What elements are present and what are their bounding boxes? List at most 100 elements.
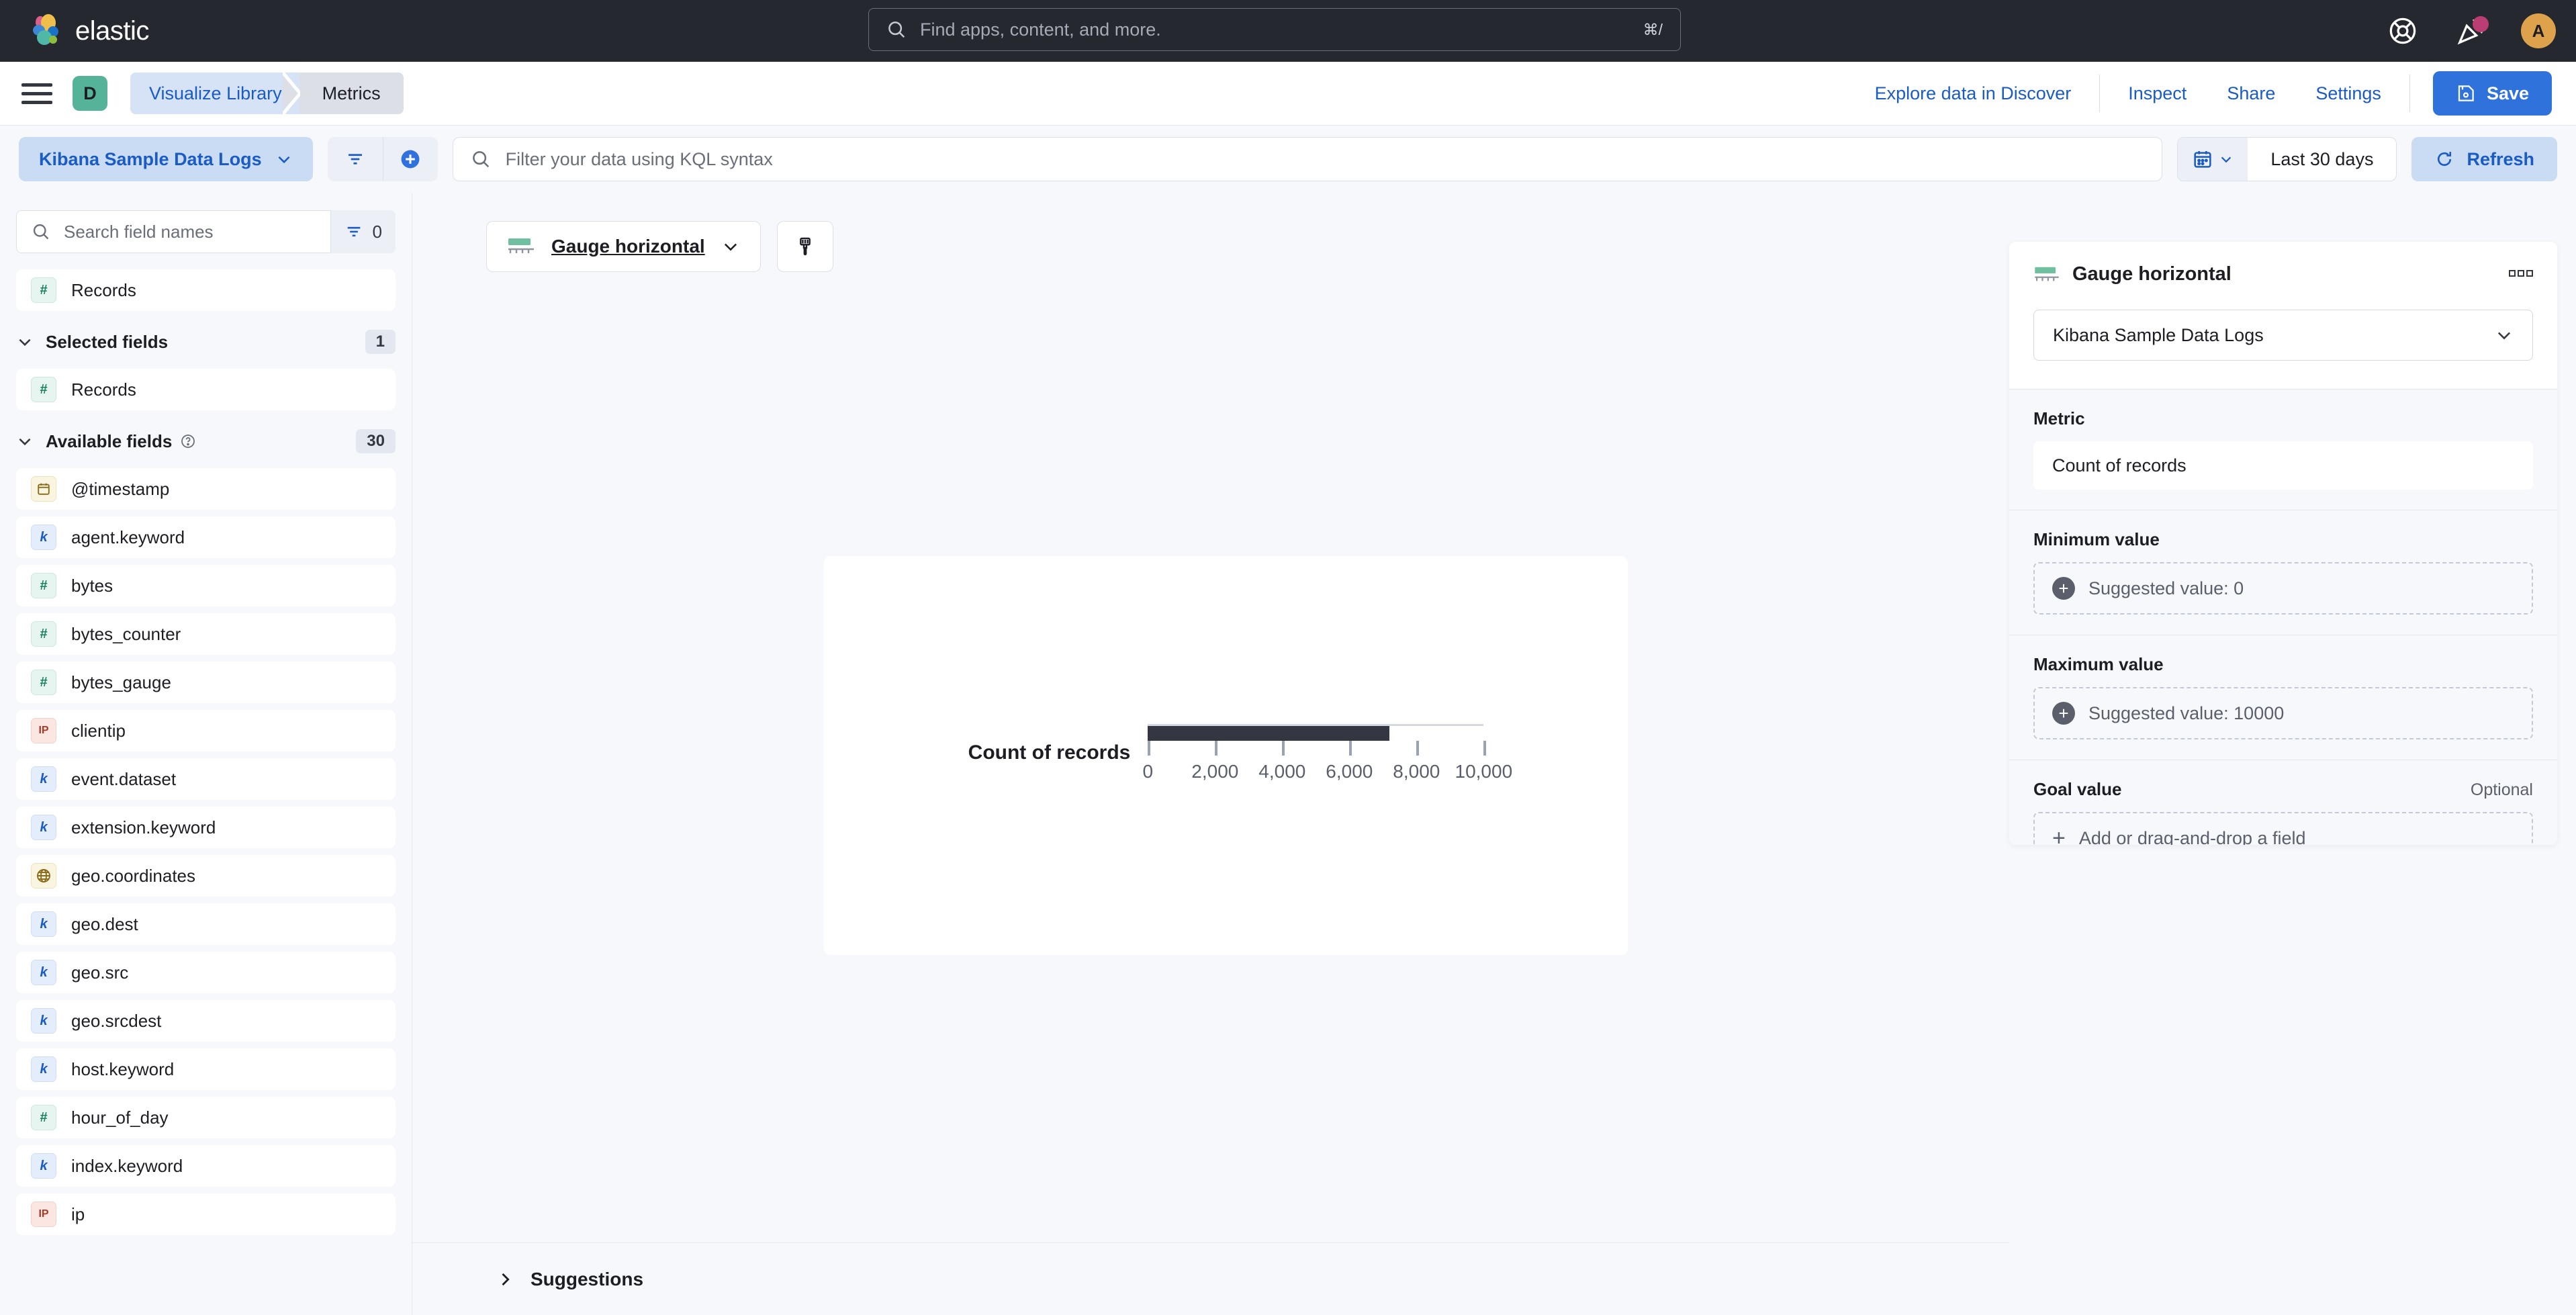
question-circle-icon[interactable] <box>180 433 196 449</box>
gauge-chart-card[interactable]: Count of records 0 2,000 4,000 6,000 8,000 10… <box>824 556 1628 955</box>
gauge-graphic: 0 2,000 4,000 6,000 8,000 10,000 <box>1143 723 1513 788</box>
date-quick-menu-button[interactable] <box>2178 138 2248 181</box>
chart-type-selector[interactable]: Gauge horizontal <box>486 221 761 272</box>
field-item-geo-src[interactable]: k geo.src <box>16 952 396 993</box>
field-name: Records <box>71 279 136 300</box>
space-avatar[interactable]: D <box>73 76 107 111</box>
field-item-geo-srcdest[interactable]: k geo.srcdest <box>16 1000 396 1042</box>
field-name: index.keyword <box>71 1155 183 1176</box>
field-filter-icon <box>347 226 360 237</box>
metric-section: Metric Count of records <box>2009 389 2557 510</box>
field-item-ip[interactable]: IP ip <box>16 1193 396 1235</box>
goal-value-label: Goal value <box>2033 779 2122 799</box>
header-action-group: Explore data in Discover Inspect Share S… <box>1855 71 2552 116</box>
refresh-icon <box>2438 152 2452 167</box>
goal-value-optional-tag: Optional <box>2470 780 2533 799</box>
config-datasource-select[interactable]: Kibana Sample Data Logs <box>2033 310 2533 361</box>
field-item-host-keyword[interactable]: k host.keyword <box>16 1048 396 1090</box>
metric-label: Metric <box>2033 408 2085 428</box>
refresh-button[interactable]: Refresh <box>2411 137 2557 181</box>
gauge-tick-label: 0 <box>1142 760 1154 782</box>
search-input[interactable]: Search field names <box>16 210 331 253</box>
save-button[interactable]: Save <box>2432 71 2552 116</box>
field-item-geo-dest[interactable]: k geo.dest <box>16 903 396 945</box>
add-filter-button[interactable] <box>382 137 438 181</box>
settings-button[interactable]: Settings <box>2295 83 2401 104</box>
available-fields-list: @timestamp k agent.keyword # bytes # bytes_cou… <box>0 468 412 1315</box>
hamburger-menu-icon[interactable] <box>21 78 52 109</box>
field-name: geo.coordinates <box>71 865 196 886</box>
kql-query-input[interactable]: Filter your data using KQL syntax <box>452 137 2163 181</box>
elastic-logo[interactable]: elastic <box>28 13 149 49</box>
gauge-track <box>1148 723 1484 741</box>
field-item-records-selected[interactable]: # Records <box>16 369 396 410</box>
explore-data-in-discover-link[interactable]: Explore data in Discover <box>1855 83 2092 104</box>
breadcrumb-item-metrics[interactable]: Metrics <box>299 73 404 114</box>
filter-icon <box>348 154 362 165</box>
available-fields-count: 30 <box>356 429 396 453</box>
search-icon <box>888 21 905 38</box>
goal-value-placeholder: Add or drag-and-drop a field <box>2078 827 2306 846</box>
gauge-tick-labels: 0 2,000 4,000 6,000 8,000 10,000 <box>1143 760 1513 788</box>
breadcrumb-item-visualize-library[interactable]: Visualize Library <box>130 73 300 114</box>
plus-circle-icon: + <box>2052 702 2075 725</box>
selected-fields-section-header[interactable]: Selected fields 1 <box>16 327 396 357</box>
field-type-geo-icon <box>31 863 56 889</box>
field-item-clientip[interactable]: IP clientip <box>16 710 396 752</box>
date-range-value[interactable]: Last 30 days <box>2248 149 2396 170</box>
whats-new-button[interactable] <box>2452 12 2490 50</box>
field-name: geo.src <box>71 962 129 983</box>
minimum-value-dropzone[interactable]: + Suggested value: 0 <box>2033 562 2533 615</box>
minimum-value-placeholder: Suggested value: 0 <box>2088 578 2244 598</box>
gauge-tick-label: 10,000 <box>1455 760 1513 782</box>
field-item-records-popular[interactable]: # Records <box>16 269 396 311</box>
field-name: host.keyword <box>71 1058 175 1079</box>
datasource-selector[interactable]: Kibana Sample Data Logs <box>19 137 313 181</box>
minimum-value-section: Minimum value + Suggested value: 0 <box>2009 510 2557 635</box>
field-type-number-icon: # <box>31 1105 56 1130</box>
field-type-string-icon: k <box>31 1056 56 1082</box>
field-item-extension-keyword[interactable]: k extension.keyword <box>16 807 396 848</box>
maximum-value-dropzone[interactable]: + Suggested value: 10000 <box>2033 687 2533 739</box>
field-name: bytes <box>71 575 113 596</box>
config-panel-header: Gauge horizontal <box>2009 242 2557 285</box>
field-item-bytes[interactable]: # bytes <box>16 565 396 606</box>
filter-options-button[interactable] <box>327 137 383 181</box>
inspect-button[interactable]: Inspect <box>2108 83 2207 104</box>
global-search-input[interactable]: Find apps, content, and more. ⌘/ <box>868 8 1681 51</box>
metric-dimension-button[interactable]: Count of records <box>2033 441 2533 490</box>
field-name: Records <box>71 379 136 400</box>
field-name: ip <box>71 1204 85 1224</box>
gauge-tick-label: 2,000 <box>1191 760 1239 782</box>
field-name: extension.keyword <box>71 817 216 837</box>
field-item-agent-keyword[interactable]: k agent.keyword <box>16 516 396 558</box>
field-type-filter-button[interactable]: 0 <box>330 210 396 253</box>
gauge-tick <box>1349 740 1352 756</box>
config-panel-menu-button[interactable] <box>2509 269 2533 281</box>
field-type-string-icon: k <box>31 525 56 550</box>
suggestions-label: Suggestions <box>531 1268 644 1289</box>
field-item-bytes-counter[interactable]: # bytes_counter <box>16 613 396 655</box>
chart-type-label: Gauge horizontal <box>551 236 705 257</box>
chevron-right-icon <box>502 1273 510 1285</box>
field-item-hour-of-day[interactable]: # hour_of_day <box>16 1097 396 1138</box>
breadcrumb-label: Visualize Library <box>149 83 282 103</box>
minimum-value-label: Minimum value <box>2033 529 2160 549</box>
available-fields-section-header[interactable]: Available fields 30 <box>16 426 396 456</box>
field-item-geo-coordinates[interactable]: geo.coordinates <box>16 855 396 897</box>
gauge-horizontal-icon <box>508 238 534 253</box>
share-button[interactable]: Share <box>2207 83 2295 104</box>
field-item-bytes-gauge[interactable]: # bytes_gauge <box>16 662 396 703</box>
field-item-index-keyword[interactable]: k index.keyword <box>16 1145 396 1187</box>
config-datasource-value: Kibana Sample Data Logs <box>2053 324 2264 345</box>
field-item--timestamp[interactable]: @timestamp <box>16 468 396 510</box>
search-icon <box>472 151 489 168</box>
goal-value-dropzone[interactable]: + Add or drag-and-drop a field <box>2033 812 2533 845</box>
chart-styles-button[interactable] <box>776 221 833 272</box>
help-button[interactable] <box>2384 12 2422 50</box>
field-item-event-dataset[interactable]: k event.dataset <box>16 758 396 800</box>
user-avatar[interactable]: A <box>2521 13 2556 48</box>
date-picker: Last 30 days <box>2177 137 2397 181</box>
field-type-string-icon: k <box>31 911 56 937</box>
suggestions-panel-toggle[interactable]: Suggestions <box>412 1242 2009 1315</box>
